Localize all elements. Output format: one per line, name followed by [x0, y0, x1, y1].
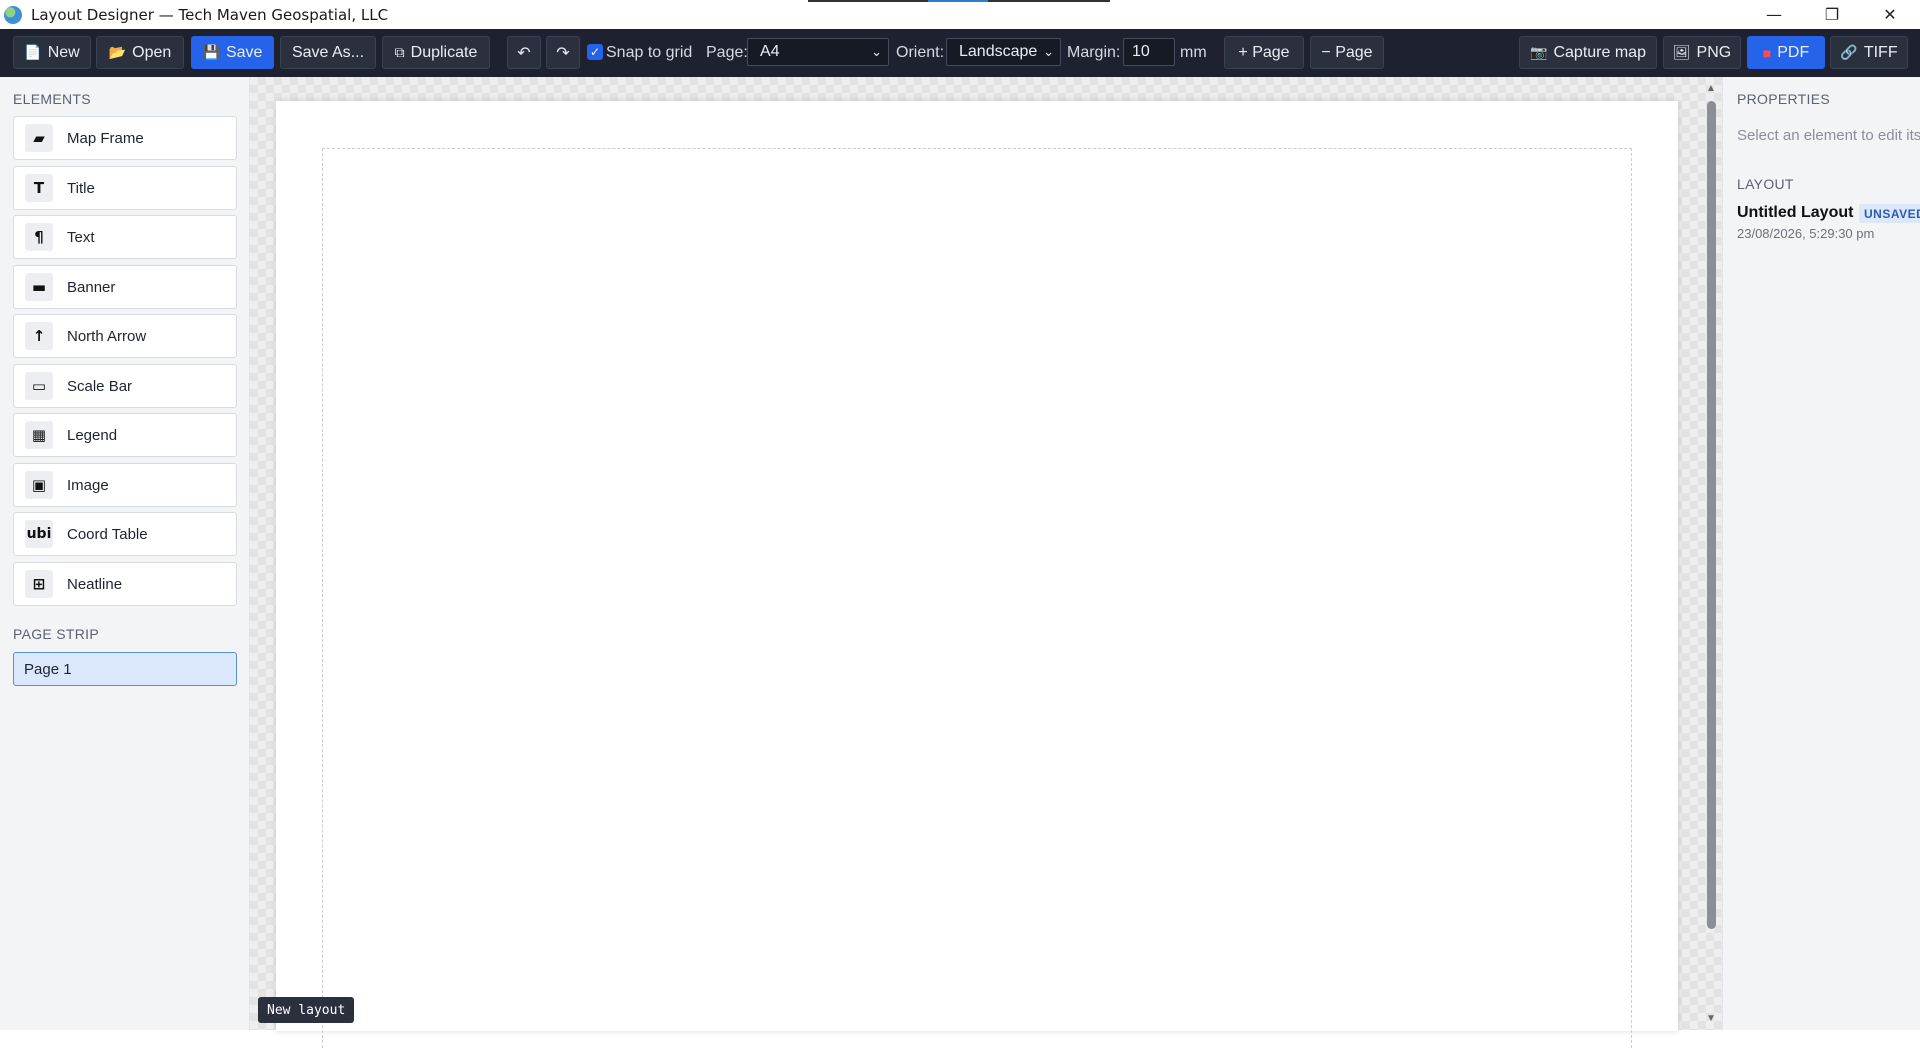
page-sheet[interactable]	[276, 101, 1678, 1048]
element-north-arrow[interactable]: ↑ North Arrow	[13, 314, 237, 358]
status-badge: UNSAVED	[1859, 204, 1920, 223]
page-strip-item[interactable]: Page 1	[13, 652, 237, 686]
canvas-scrollbar[interactable]: ▲ ▼	[1702, 77, 1722, 1030]
element-neatline[interactable]: ⊞ Neatline	[13, 562, 237, 606]
image-icon: ▣	[25, 471, 53, 499]
duplicate-button[interactable]: ⧉ Duplicate	[382, 36, 490, 69]
minimize-button[interactable]: —	[1745, 0, 1803, 29]
save-button[interactable]: 💾 Save	[191, 36, 274, 69]
app-globe-icon	[4, 5, 22, 24]
banner-icon: ▬	[25, 273, 53, 301]
window-title: Layout Designer — Tech Maven Geospatial,…	[31, 5, 389, 24]
close-window-button[interactable]: ✕	[1861, 0, 1919, 29]
new-file-icon: 📄	[24, 44, 42, 60]
legend-icon: ▦	[25, 421, 53, 449]
margin-unit-label: mm	[1180, 44, 1207, 61]
properties-panel: PROPERTIES Select an element to edit its…	[1722, 77, 1920, 1030]
element-banner[interactable]: ▬ Banner	[13, 265, 237, 309]
layout-heading: LAYOUT	[1737, 176, 1794, 192]
layout-name: Untitled Layout	[1737, 204, 1854, 221]
export-png-button[interactable]: 🖼 PNG	[1663, 36, 1741, 69]
orientation-select[interactable]: Landscape ⌄	[946, 38, 1061, 66]
element-coord-table[interactable]: ubi Coord Table	[13, 512, 237, 556]
page-size-select[interactable]: A4 ⌄	[747, 38, 889, 66]
properties-heading: PROPERTIES	[1737, 91, 1830, 107]
folder-icon: 📂	[108, 44, 127, 60]
margin-guide	[322, 148, 1632, 1048]
orientation-label: Orient:	[896, 44, 945, 61]
save-as-button[interactable]: Save As...	[280, 36, 376, 69]
element-map-frame[interactable]: ▰ Map Frame	[13, 116, 237, 160]
coord-table-icon: ubi	[25, 520, 53, 548]
neatline-icon: ⊞	[25, 570, 53, 598]
properties-hint: Select an element to edit its	[1737, 127, 1920, 144]
export-pdf-button[interactable]: ■ PDF	[1747, 36, 1825, 69]
restore-button[interactable]: ❐	[1803, 0, 1861, 29]
margin-label: Margin:	[1067, 44, 1121, 61]
layout-timestamp: 23/08/2026, 5:29:30 pm	[1737, 226, 1875, 241]
new-button[interactable]: 📄 New	[13, 36, 91, 69]
text-icon: ¶	[25, 223, 53, 251]
map-frame-icon: ▰	[25, 124, 53, 152]
page-strip-heading: PAGE STRIP	[13, 626, 99, 642]
snap-to-grid-label: Snap to grid	[606, 44, 693, 61]
remove-page-button[interactable]: − Page	[1310, 36, 1384, 69]
scroll-up-icon[interactable]: ▲	[1706, 83, 1716, 94]
duplicate-icon: ⧉	[394, 44, 405, 60]
pdf-file-icon: ■	[1762, 44, 1772, 61]
margin-input[interactable]: 10	[1123, 38, 1175, 66]
element-scale-bar[interactable]: ▭ Scale Bar	[13, 364, 237, 408]
add-page-button[interactable]: + Page	[1224, 36, 1304, 69]
export-tiff-button[interactable]: 🔗 TIFF	[1830, 36, 1908, 69]
window-titlebar: Layout Designer — Tech Maven Geospatial,…	[0, 0, 1920, 29]
camera-icon: 📷	[1530, 44, 1548, 60]
scroll-thumb[interactable]	[1707, 101, 1716, 929]
north-arrow-icon: ↑	[25, 322, 53, 350]
title-icon: T	[25, 174, 53, 202]
image-file-icon: 🖼	[1672, 44, 1691, 60]
element-legend[interactable]: ▦ Legend	[13, 413, 237, 457]
elements-heading: ELEMENTS	[13, 91, 91, 107]
elements-sidebar: ELEMENTS ▰ Map Frame T Title ¶ Text ▬ Ba…	[0, 77, 250, 1030]
page-size-label: Page:	[706, 44, 748, 61]
titlebar-drag-indicator	[808, 0, 1110, 2]
scale-bar-icon: ▭	[25, 372, 53, 400]
snap-to-grid-checkbox[interactable]: ✓	[587, 44, 603, 60]
chevron-down-icon: ⌄	[871, 44, 882, 59]
capture-map-button[interactable]: 📷 Capture map	[1519, 36, 1657, 69]
redo-button[interactable]: ↷	[546, 36, 580, 69]
chevron-down-icon: ⌄	[1043, 44, 1054, 59]
element-title[interactable]: T Title	[13, 166, 237, 210]
undo-button[interactable]: ↶	[507, 36, 541, 69]
link-icon: 🔗	[1840, 44, 1858, 60]
layout-canvas[interactable]: ▲ ▼ New layout	[250, 77, 1722, 1048]
open-button[interactable]: 📂 Open	[96, 36, 184, 69]
status-toast: New layout	[258, 997, 355, 1023]
floppy-disk-icon: 💾	[202, 44, 220, 60]
scroll-down-icon[interactable]: ▼	[1706, 1013, 1716, 1024]
element-text[interactable]: ¶ Text	[13, 215, 237, 259]
element-image[interactable]: ▣ Image	[13, 463, 237, 507]
main-toolbar: 📄 New 📂 Open 💾 Save Save As... ⧉ Duplicate ↶…	[0, 29, 1920, 77]
